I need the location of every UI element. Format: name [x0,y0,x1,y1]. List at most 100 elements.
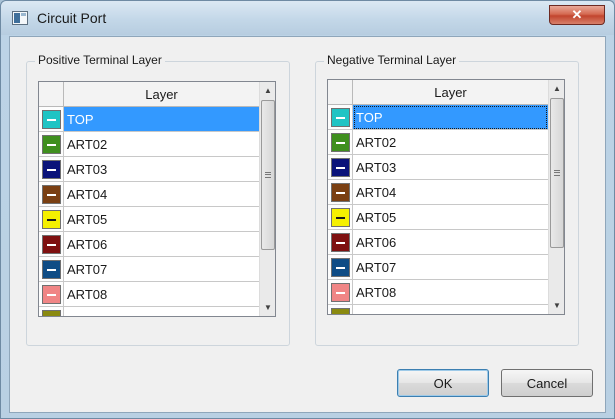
positive-layer-grid[interactable]: Layer TOP ART02 ART03 ART04 ART05 ART06 ART07 A… [38,81,276,317]
layer-name-cell[interactable]: ART03 [64,157,259,182]
layer-name-cell[interactable]: ART06 [353,230,548,255]
scroll-up-icon[interactable]: ▲ [260,82,275,99]
layer-name-cell[interactable]: ART08 [353,280,548,305]
layer-row[interactable]: ART06 [328,230,548,255]
layer-row[interactable]: ART06 [39,232,259,257]
layer-color-cell[interactable] [39,207,64,232]
grid-corner-cell [39,82,64,107]
scroll-thumb[interactable] [261,100,275,250]
layer-color-cell[interactable] [328,255,353,280]
layer-row[interactable]: ART07 [39,257,259,282]
layer-color-cell[interactable] [328,105,353,130]
layer-color-cell[interactable] [328,305,353,314]
layer-name-cell[interactable]: ART03 [353,155,548,180]
positive-terminal-label: Positive Terminal Layer [35,53,165,67]
app-window-icon [12,11,28,25]
layer-row[interactable]: ART07 [328,255,548,280]
layer-name-cell[interactable]: ART04 [353,180,548,205]
layer-row[interactable] [328,305,548,314]
layer-color-swatch[interactable] [41,109,61,129]
layer-name-cell[interactable]: ART02 [64,132,259,157]
layer-name-cell[interactable]: ART07 [353,255,548,280]
layer-column-header[interactable]: Layer [353,80,548,105]
layer-color-cell[interactable] [39,232,64,257]
layer-color-swatch[interactable] [41,184,61,204]
layer-color-swatch[interactable] [330,282,350,302]
layer-color-swatch[interactable] [330,232,350,252]
layer-color-cell[interactable] [39,282,64,307]
layer-color-swatch[interactable] [41,284,61,304]
layer-name-cell[interactable]: ART06 [64,232,259,257]
layer-color-cell[interactable] [39,132,64,157]
layer-name-cell[interactable] [64,307,259,316]
scroll-thumb[interactable] [550,98,564,248]
positive-terminal-group: Positive Terminal Layer Layer TOP ART02 AR… [26,53,290,346]
layer-row[interactable]: ART03 [328,155,548,180]
layer-color-swatch[interactable] [41,209,61,229]
layer-name-cell[interactable]: TOP [64,107,259,132]
layer-name-cell[interactable]: ART07 [64,257,259,282]
layer-color-swatch[interactable] [330,107,350,127]
layer-row[interactable] [39,307,259,316]
grid-corner-cell [328,80,353,105]
positive-scrollbar[interactable]: ▲ ▼ [259,82,275,316]
layer-name-cell[interactable]: TOP [353,105,548,130]
layer-color-cell[interactable] [39,107,64,132]
layer-row[interactable]: TOP [328,105,548,130]
layer-color-cell[interactable] [328,205,353,230]
layer-name-cell[interactable]: ART02 [353,130,548,155]
layer-row[interactable]: ART03 [39,157,259,182]
ok-button[interactable]: OK [397,369,489,397]
layer-color-cell[interactable] [39,257,64,282]
layer-column-header[interactable]: Layer [64,82,259,107]
negative-terminal-group: Negative Terminal Layer Layer TOP ART02 AR… [315,53,579,346]
layer-color-swatch[interactable] [330,182,350,202]
layer-color-cell[interactable] [328,280,353,305]
negative-layer-grid[interactable]: Layer TOP ART02 ART03 ART04 ART05 ART06 ART07 A… [327,79,565,315]
layer-color-cell[interactable] [39,307,64,316]
layer-color-cell[interactable] [328,180,353,205]
layer-color-swatch[interactable] [330,132,350,152]
layer-row[interactable]: ART08 [328,280,548,305]
layer-row[interactable]: TOP [39,107,259,132]
layer-row[interactable]: ART05 [328,205,548,230]
layer-color-swatch[interactable] [330,257,350,277]
layer-color-swatch[interactable] [330,157,350,177]
dialog-window: Circuit Port ✕ Positive Terminal Layer L… [0,0,615,419]
layer-color-cell[interactable] [328,130,353,155]
layer-color-swatch[interactable] [41,309,61,316]
layer-row[interactable]: ART02 [39,132,259,157]
layer-row[interactable]: ART04 [39,182,259,207]
negative-scrollbar[interactable]: ▲ ▼ [548,80,564,314]
layer-row[interactable]: ART04 [328,180,548,205]
scroll-down-icon[interactable]: ▼ [260,299,275,316]
layer-name-cell[interactable]: ART04 [64,182,259,207]
layer-color-swatch[interactable] [330,207,350,227]
layer-color-cell[interactable] [328,155,353,180]
layer-color-cell[interactable] [39,182,64,207]
layer-row[interactable]: ART05 [39,207,259,232]
layer-name-cell[interactable]: ART05 [353,205,548,230]
layer-color-swatch[interactable] [41,134,61,154]
layer-color-swatch[interactable] [41,159,61,179]
layer-row[interactable]: ART08 [39,282,259,307]
scroll-down-icon[interactable]: ▼ [549,297,564,314]
close-button[interactable]: ✕ [549,5,605,25]
layer-color-swatch[interactable] [41,259,61,279]
layer-color-swatch[interactable] [330,307,350,314]
dialog-title: Circuit Port [37,10,107,26]
grip-icon [554,170,560,176]
grid-header: Layer [328,80,548,105]
scroll-up-icon[interactable]: ▲ [549,80,564,97]
layer-name-cell[interactable]: ART08 [64,282,259,307]
layer-row[interactable]: ART02 [328,130,548,155]
cancel-button[interactable]: Cancel [501,369,593,397]
layer-name-cell[interactable] [353,305,548,314]
layer-color-swatch[interactable] [41,234,61,254]
layer-name-cell[interactable]: ART05 [64,207,259,232]
layer-color-cell[interactable] [39,157,64,182]
dialog-body: Positive Terminal Layer Layer TOP ART02 AR… [9,36,606,413]
layer-color-cell[interactable] [328,230,353,255]
title-bar[interactable]: Circuit Port ✕ [1,1,614,35]
negative-terminal-label: Negative Terminal Layer [324,53,460,67]
